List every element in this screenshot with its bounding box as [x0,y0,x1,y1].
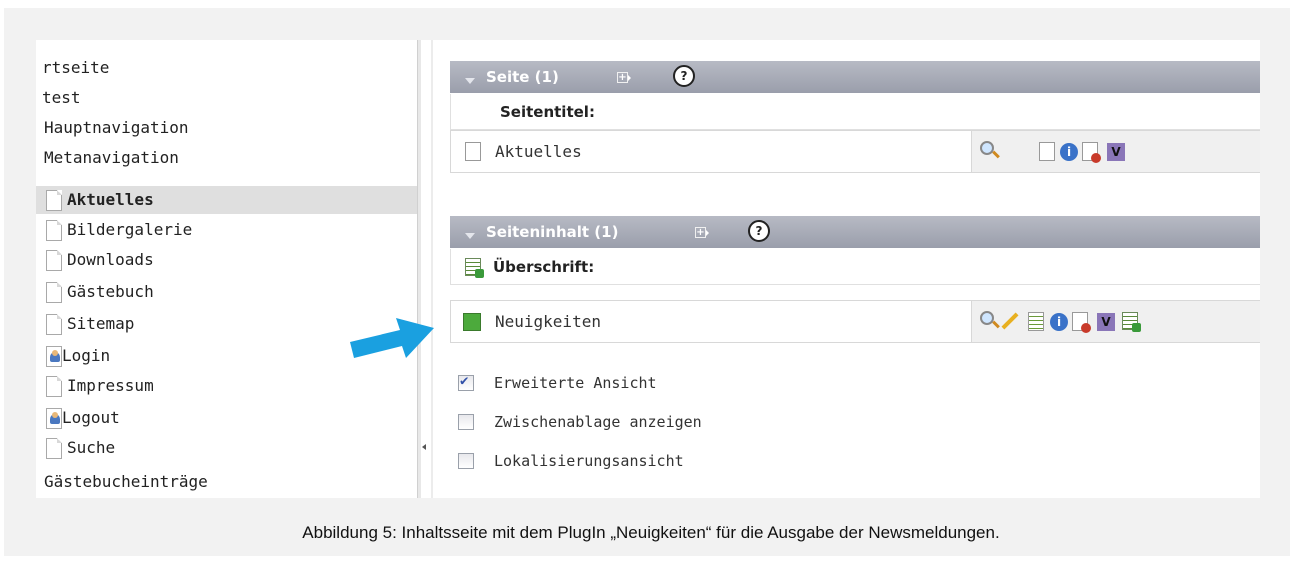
tree-item-label: Sitemap [67,314,135,333]
tree-item-aktuelles[interactable]: Aktuelles [36,186,420,214]
figure-caption: Abbildung 5: Inhaltsseite mit dem PlugIn… [302,523,1000,542]
page-icon [46,220,62,241]
page-tree: rtseite test Hauptnavigation Metanavigat… [36,40,420,498]
field-label: Seitentitel: [500,103,595,121]
tree-item-label: Downloads [67,250,154,269]
checkbox-label: Zwischenablage anzeigen [494,413,702,431]
tree-item[interactable]: Metanavigation [44,144,179,172]
page-title-field-label: Seitentitel: [450,94,1260,130]
page-properties-icon[interactable] [1039,142,1055,161]
record-actions: i V [971,301,1260,342]
version-icon[interactable]: V [1097,313,1115,331]
history-icon[interactable] [1072,312,1091,333]
collapse-triangle-icon[interactable] [465,233,475,239]
tree-item[interactable]: Sitemap [46,310,134,338]
tree-item-label: Login [62,346,111,365]
info-icon[interactable]: i [1060,143,1078,161]
checkbox[interactable] [458,453,474,469]
help-icon[interactable]: ? [748,220,770,242]
page-icon [465,142,481,161]
version-icon[interactable]: V [1107,143,1125,161]
section-title: Seite (1) [486,68,559,86]
record-actions: i V [971,131,1260,172]
checkbox[interactable] [458,373,474,391]
page-icon [46,438,62,459]
new-content-icon[interactable] [1122,312,1141,332]
tree-item[interactable]: Gästebuch [46,278,154,306]
section-title: Seiteninhalt (1) [486,223,619,241]
edit-pencil-icon[interactable] [1001,312,1019,330]
tree-item-label: Metanavigation [44,148,179,167]
content-section-header[interactable]: Seiteninhalt (1) + ? [450,216,1260,248]
record-title: Aktuelles [495,142,582,161]
tree-item-label: test [42,88,81,107]
expand-plus-icon[interactable]: + [617,72,631,83]
tree-item[interactable]: Gästebucheinträge [44,468,208,496]
tree-item-label: Suche [67,438,116,457]
tree-item[interactable]: Impressum [46,372,154,400]
view-magnifier-icon[interactable] [980,141,994,155]
page-icon [46,376,62,397]
collapse-arrow-icon[interactable] [422,444,426,450]
tree-item[interactable]: Bildergalerie [46,216,192,244]
tree-item[interactable]: rtseite [42,54,109,82]
tree-item-label: Hauptnavigation [44,118,189,137]
panel-divider-line [431,40,433,498]
page-icon [46,250,62,271]
history-icon[interactable] [1082,142,1101,163]
annotation-arrow-icon [350,318,434,358]
screenshot: rtseite test Hauptnavigation Metanavigat… [36,40,1260,498]
page-icon [46,314,62,335]
user-page-icon [46,346,62,367]
tree-item[interactable]: Suche [46,434,115,462]
page-section-header[interactable]: Seite (1) + ? [450,61,1260,93]
expand-plus-icon[interactable]: + [695,227,709,238]
view-magnifier-icon[interactable] [980,311,994,325]
tree-item-label: Gästebuch [67,282,154,301]
content-record-row[interactable]: Neuigkeiten i V [450,300,1260,343]
tree-item-label: Impressum [67,376,154,395]
tree-item-label: Logout [62,408,120,427]
tree-item[interactable]: test [42,84,81,112]
tree-item[interactable]: Logout [46,404,120,432]
collapse-triangle-icon[interactable] [465,78,475,84]
tree-item[interactable]: Downloads [46,246,154,274]
checkbox-label: Erweiterte Ansicht [494,374,657,392]
tree-item-label: Gästebucheinträge [44,472,208,491]
tree-item[interactable]: Hauptnavigation [44,114,189,142]
figure-frame: rtseite test Hauptnavigation Metanavigat… [4,8,1290,556]
info-icon[interactable]: i [1050,313,1068,331]
page-icon [46,282,62,303]
checkbox[interactable] [458,414,474,430]
plugin-icon [463,313,481,331]
tree-item[interactable]: Login [46,342,110,370]
new-content-icon[interactable] [465,258,484,278]
page-record-row[interactable]: Aktuelles i V [450,130,1260,173]
tree-item-label: rtseite [42,58,110,77]
help-icon[interactable]: ? [673,65,695,87]
checkbox-label: Lokalisierungsansicht [494,452,684,470]
panel-divider[interactable] [417,40,421,498]
page-icon [46,190,62,211]
record-title: Neuigkeiten [495,312,601,331]
header-field-label: Überschrift: [450,249,1260,285]
field-label: Überschrift: [493,258,595,276]
tree-item-label: Bildergalerie [67,220,193,239]
user-page-icon [46,408,62,429]
content-properties-icon[interactable] [1028,312,1044,331]
tree-item-label: Aktuelles [67,190,154,209]
